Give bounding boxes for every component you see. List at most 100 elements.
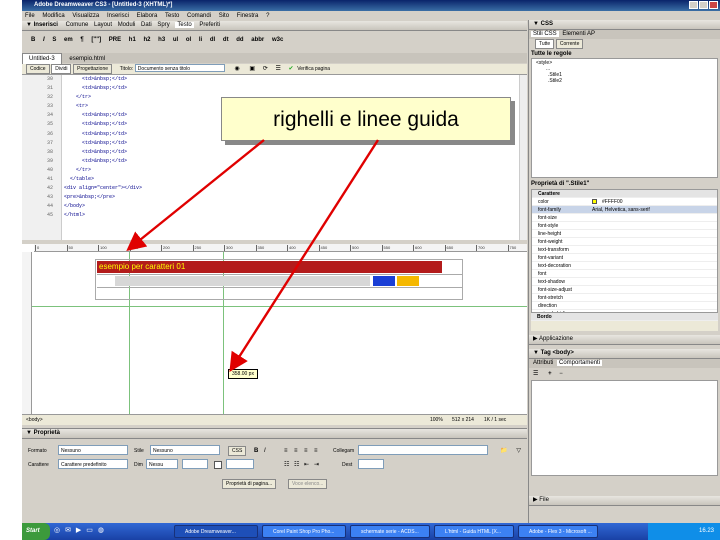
- insert-tab-testo[interactable]: Testo: [175, 22, 194, 28]
- color-input[interactable]: [226, 459, 254, 469]
- link-input[interactable]: [358, 445, 488, 455]
- start-button[interactable]: Start: [22, 523, 50, 540]
- prop-row[interactable]: text-transform: [532, 246, 717, 254]
- tool-bold[interactable]: B: [29, 34, 37, 46]
- prop-row[interactable]: text-decoration: [532, 262, 717, 270]
- menu-testo[interactable]: Testo: [162, 11, 182, 21]
- window-size[interactable]: 512 x 214: [452, 415, 474, 426]
- expand-arrow-icon[interactable]: ▽: [516, 447, 521, 454]
- email-icon[interactable]: ✉: [65, 527, 71, 534]
- horizontal-guide[interactable]: [32, 306, 527, 307]
- code-line[interactable]: 38 <td>&nbsp;</td>: [22, 148, 527, 157]
- prop-row[interactable]: font-style: [532, 222, 717, 230]
- horizontal-ruler[interactable]: 0 50 100 150 200 250 300 350 400 450 500 550 600 650 7…: [34, 244, 527, 252]
- menu-modifica[interactable]: Modifica: [39, 11, 67, 21]
- unit-select[interactable]: [182, 459, 208, 469]
- tree-stile2[interactable]: .Stile2: [548, 78, 562, 84]
- show-events-icon[interactable]: ☰: [533, 371, 538, 377]
- behaviors-list[interactable]: [531, 380, 718, 476]
- prop-row[interactable]: direction: [532, 302, 717, 310]
- insert-bar-title[interactable]: ▼ Inserisci: [26, 22, 58, 28]
- prop-row[interactable]: font-weight: [532, 238, 717, 246]
- media-icon[interactable]: ▶: [76, 527, 81, 534]
- orange-cell[interactable]: [397, 276, 419, 286]
- options-icon[interactable]: ☰: [275, 66, 280, 72]
- table-header-cell[interactable]: esempio per caratteri 01: [97, 261, 442, 273]
- tool-dd[interactable]: dd: [234, 34, 245, 46]
- design-view[interactable]: 0 50 100 150 200 250 300 350 400 450 500 550 600 650 7…: [22, 244, 527, 414]
- indent-icon[interactable]: ⇥: [314, 459, 319, 471]
- tool-ol[interactable]: ol: [184, 34, 193, 46]
- prop-row[interactable]: font-variant: [532, 254, 717, 262]
- tag-panel-header[interactable]: ▼ Tag <body>: [529, 349, 720, 359]
- tool-dt[interactable]: dt: [221, 34, 231, 46]
- preview-icon[interactable]: ▣: [249, 66, 255, 72]
- formato-select[interactable]: Nessuno: [58, 445, 128, 455]
- css-panel-header[interactable]: ▼ CSS: [529, 20, 720, 30]
- split-view-button[interactable]: Dividi: [51, 64, 72, 74]
- remove-behavior-icon[interactable]: −: [559, 371, 563, 377]
- tool-h3[interactable]: h3: [156, 34, 167, 46]
- firefox-icon[interactable]: ◍: [98, 527, 104, 534]
- gray-cell[interactable]: [115, 276, 370, 286]
- tool-li[interactable]: li: [197, 34, 204, 46]
- tag-selector[interactable]: <body>: [26, 417, 43, 423]
- code-line[interactable]: 43 <pre>&nbsp;</pre>: [22, 193, 527, 202]
- list-item-button[interactable]: Voce elenco...: [288, 479, 328, 489]
- unordered-list-icon[interactable]: ☷: [284, 459, 289, 471]
- code-view-button[interactable]: Codice: [26, 64, 50, 74]
- code-line[interactable]: 31 <td>&nbsp;</td>: [22, 84, 527, 93]
- italic-button[interactable]: I: [264, 445, 266, 457]
- code-line[interactable]: 41 </table>: [22, 175, 527, 184]
- tab-comportamenti[interactable]: Comportamenti: [557, 360, 603, 366]
- color-picker-icon[interactable]: [214, 461, 222, 469]
- minimize-button[interactable]: [689, 1, 698, 9]
- application-panel-header[interactable]: ▶ Applicazione: [529, 335, 720, 345]
- insert-tab-preferiti[interactable]: Preferiti: [199, 22, 220, 28]
- css-button[interactable]: CSS: [228, 446, 247, 456]
- validate-page-button[interactable]: Verifica pagina: [297, 66, 330, 72]
- insert-tab-dati[interactable]: Dati: [141, 22, 152, 28]
- prop-row[interactable]: font: [532, 270, 717, 278]
- stile-select[interactable]: Nessuno: [150, 445, 220, 455]
- menu-comandi[interactable]: Comandi: [184, 11, 214, 21]
- menu-sito[interactable]: Sito: [216, 11, 232, 21]
- tool-dl[interactable]: dl: [208, 34, 217, 46]
- tool-w3c[interactable]: w3c: [270, 34, 285, 46]
- tool-pre[interactable]: PRE: [107, 34, 123, 46]
- title-input[interactable]: Documento senza titolo: [134, 64, 225, 73]
- tab-elementi-ap[interactable]: Elementi AP: [560, 31, 597, 37]
- insert-tab-moduli[interactable]: Moduli: [118, 22, 136, 28]
- insert-tab-layout[interactable]: Layout: [94, 22, 112, 28]
- dim-select[interactable]: Nessu: [146, 459, 178, 469]
- tool-h1[interactable]: h1: [127, 34, 138, 46]
- code-line[interactable]: 30 <td>&nbsp;</td>: [22, 75, 527, 84]
- css-props-list[interactable]: Carattere color #FFFF00 font-family Aria…: [531, 189, 718, 313]
- taskbar-item-paintshop[interactable]: Corel Paint Shop Pro Pho...: [262, 525, 346, 538]
- code-line[interactable]: 42 <div align="center"></div>: [22, 184, 527, 193]
- tab-stili-css[interactable]: Stili CSS: [531, 31, 559, 37]
- menu-finestra[interactable]: Finestra: [234, 11, 262, 21]
- content-table[interactable]: esempio per caratteri 01: [95, 259, 463, 300]
- prop-row[interactable]: color #FFFF00: [532, 198, 717, 206]
- code-line[interactable]: 39 <td>&nbsp;</td>: [22, 157, 527, 166]
- globe-icon[interactable]: ◉: [234, 66, 239, 72]
- menu-inserisci[interactable]: Inserisci: [104, 11, 132, 21]
- insert-tab-spry[interactable]: Spry: [157, 22, 169, 28]
- outdent-icon[interactable]: ⇤: [304, 459, 309, 471]
- align-left-icon[interactable]: ≡: [284, 445, 288, 457]
- tool-italic[interactable]: I: [41, 34, 47, 46]
- tool-h2[interactable]: h2: [141, 34, 152, 46]
- prop-row[interactable]: font-stretch: [532, 294, 717, 302]
- check-icon[interactable]: ✔: [289, 66, 294, 72]
- code-line[interactable]: 40 </tr>: [22, 166, 527, 175]
- menu-file[interactable]: File: [22, 11, 38, 21]
- code-line[interactable]: 44 </body>: [22, 202, 527, 211]
- tab-attributi[interactable]: Attributi: [531, 360, 555, 366]
- prop-row[interactable]: font-family Arial, Helvetica, sans-serif: [532, 206, 717, 214]
- carattere-select[interactable]: Carattere predefinito: [58, 459, 128, 469]
- justify-icon[interactable]: ≡: [314, 445, 318, 457]
- tool-paragraph[interactable]: ¶: [78, 34, 85, 46]
- taskbar-item-dreamweaver[interactable]: Adobe Dreamweaver...: [174, 525, 258, 538]
- maximize-button[interactable]: [699, 1, 708, 9]
